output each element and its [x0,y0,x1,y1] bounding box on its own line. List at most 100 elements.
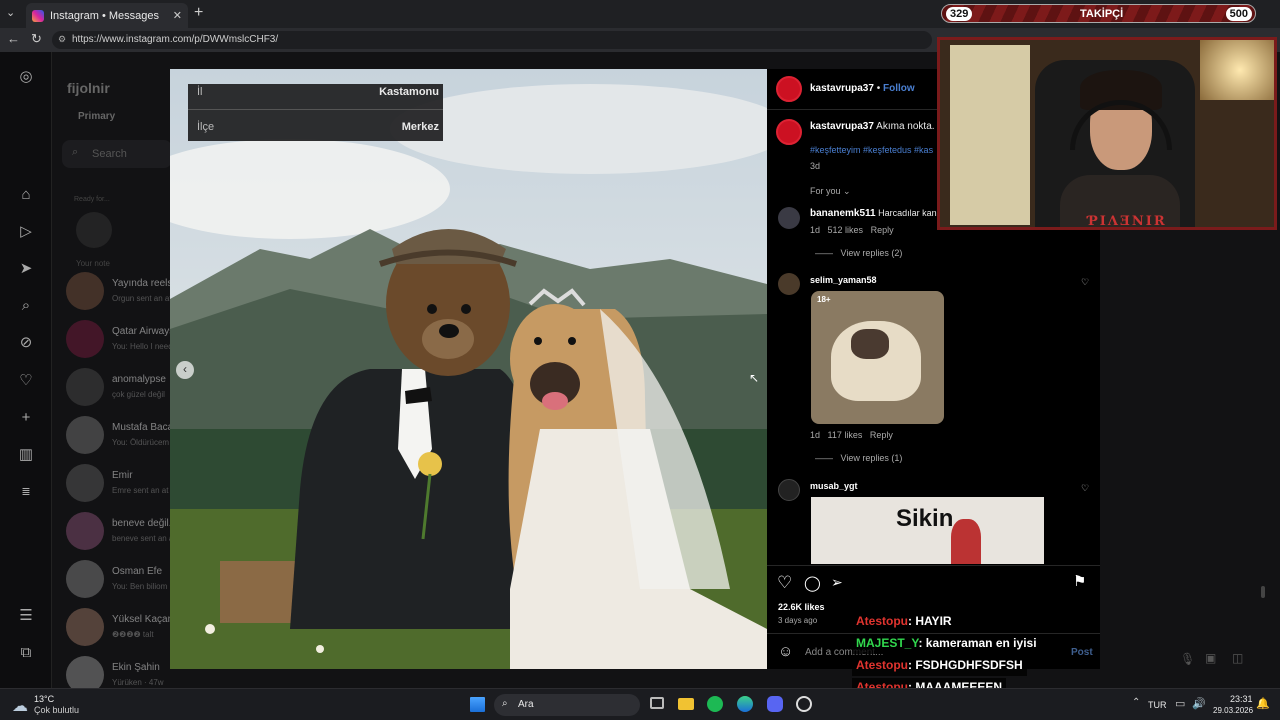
mouse-cursor-icon: ↖ [749,371,760,385]
discord-icon[interactable] [767,696,783,712]
start-icon[interactable] [470,697,485,712]
chat-text: : kameraman en iyisi [918,636,1037,650]
menu-icon[interactable]: ☰ [17,607,35,625]
tab-list-icon[interactable]: ⌄ [6,6,15,19]
chat-user: MAJEST_Y [856,636,919,650]
previous-image-icon[interactable]: ‹ [176,361,194,379]
clock-time[interactable]: 23:31 [1230,694,1253,704]
close-icon[interactable]: ✕ [173,9,182,22]
threads-icon[interactable]: ≣ [17,483,35,501]
dm-list-item[interactable]: Osman Efe You: Ben biliom [66,560,172,604]
clock-date[interactable]: 29.03.2026 [1213,706,1253,715]
weather-temp[interactable]: 13°C [34,694,54,704]
network-icon[interactable]: ▭ [1175,697,1185,710]
comment-3-avatar[interactable] [778,479,800,501]
follower-count: 329 [946,7,973,21]
chat-message: Atestopu: FSDHGDHFSDFSH [852,656,1027,676]
create-icon[interactable]: + [17,409,35,427]
avatar [66,272,104,310]
caption-author[interactable]: kastavrupa37 [810,121,874,132]
caption-avatar[interactable] [776,119,802,145]
reload-icon[interactable]: ↻ [31,31,42,47]
ilce-value: Merkez [401,121,439,133]
comment-3-gif[interactable]: Sikin [811,497,1044,564]
scrollbar[interactable] [1261,586,1265,598]
author-avatar[interactable] [776,76,802,102]
dm-list-item[interactable]: Qatar Airways You: Hello I need [66,320,172,364]
comment-icon[interactable]: ◯ [804,574,821,592]
url-input[interactable]: ⚙ https://www.instagram.com/p/DWWmslcCHF… [52,31,932,49]
weather-icon[interactable]: ☁ [12,696,28,716]
author-name[interactable]: kastavrupa37 [810,83,874,94]
comment-2-avatar[interactable] [778,273,800,295]
avatar [66,656,104,688]
app-icon[interactable] [796,696,812,712]
search-icon[interactable]: ⌕ [17,297,35,315]
home-icon[interactable]: ⌂ [17,186,35,204]
likes-count[interactable]: 22.6K likes [778,602,825,612]
back-icon[interactable]: ← [7,31,20,46]
language-indicator[interactable]: TUR [1148,700,1167,710]
volume-icon[interactable]: 🔊 [1192,697,1206,710]
dm-list-item[interactable]: Yüksel Kaçan ❷❷❷❷ talt [66,608,172,652]
gif-person [951,519,981,564]
share-icon[interactable]: ➢ [831,574,843,591]
dm-list-item[interactable]: Yayında reels ilk Orgun sent an at [66,272,172,316]
dm-list-item[interactable]: Emir Emre sent an at [66,464,172,508]
dm-list-item[interactable]: Mustafa Bacak You: Öldürücem [66,416,172,460]
comment-1-likes[interactable]: 512 likes [828,225,864,235]
location-info-box: İl Kastamonu İlçe Merkez [188,84,443,141]
edge-icon[interactable] [737,696,753,712]
save-icon[interactable]: ⚑ [1073,572,1086,590]
apps-icon[interactable]: ⧉ [17,644,35,662]
instagram-logo-icon[interactable]: ◎ [17,68,35,86]
comment-1-user[interactable]: bananemk511 [810,208,876,219]
for-you-filter[interactable]: For you ⌄ [810,186,851,197]
tray-chevron-icon[interactable]: ⌃ [1132,697,1140,708]
dashboard-icon[interactable]: ▥ [17,446,35,464]
comment-2-reply[interactable]: Reply [870,430,893,440]
follower-goal: 500 [1225,7,1252,21]
comment-3-user[interactable]: musab_ygt [810,481,858,491]
file-explorer-icon[interactable] [678,698,694,710]
comment-1-avatar[interactable] [778,207,800,229]
hashtags[interactable]: #keşfetteyim #keşfetedus #kas [810,145,933,155]
comment-1-reply[interactable]: Reply [871,225,894,235]
dm-list-item[interactable]: beneve değil. beneve sent an a [66,512,172,556]
messages-icon[interactable]: ➤ [17,260,35,278]
task-view-icon[interactable] [650,697,664,709]
dm-list-item[interactable]: anomalypse çok güzel değil [66,368,172,412]
spotify-icon[interactable] [707,696,723,712]
comment-1: bananemk511 Harcadılar kanga [810,208,947,219]
taskbar-search-text: Ara [518,699,534,710]
explore-icon[interactable]: ⊘ [17,334,35,352]
reels-icon[interactable]: ▷ [17,223,35,241]
dm-name: anomalypse [112,374,166,385]
notifications-icon[interactable]: ♡ [17,372,35,390]
dm-preview: beneve sent an a [112,534,172,543]
avatar [66,416,104,454]
caption: kastavrupa37 Akıma nokta. [810,121,935,132]
like-icon[interactable]: ♡ [777,573,792,593]
heart-icon[interactable]: ♡ [1081,483,1089,494]
emoji-icon[interactable]: ☺ [778,643,793,660]
comment-1-view-replies[interactable]: —— View replies (2) [815,248,902,258]
il-label: İl [197,86,203,98]
dm-rows: Yayında reels ilk Orgun sent an at Qatar A… [52,0,172,688]
comment-2-view-replies[interactable]: —— View replies (1) [815,453,902,463]
follow-button[interactable]: Follow [883,83,915,94]
taskbar-search[interactable]: ⌕ Ara [494,694,640,716]
dm-preview: çok güzel değil [112,390,165,399]
gif-text: Sikin [896,505,954,532]
notification-icon[interactable]: 🔔 [1256,697,1270,710]
new-tab-icon[interactable]: + [194,4,203,22]
comment-2-image[interactable]: 18+ [811,291,944,424]
dm-preview: You: Öldürücem [112,438,170,447]
dm-preview: ❷❷❷❷ talt [112,630,154,639]
dm-name: beneve değil. [112,518,172,529]
dm-list-item[interactable]: Ekin Şahin Yürüken · 47w [66,656,172,688]
comment-2-likes[interactable]: 117 likes [828,430,863,440]
cam-logo: ƤIɅƎNIR [1088,214,1167,229]
heart-icon[interactable]: ♡ [1081,277,1089,288]
comment-2-user[interactable]: selim_yaman58 [810,275,877,285]
